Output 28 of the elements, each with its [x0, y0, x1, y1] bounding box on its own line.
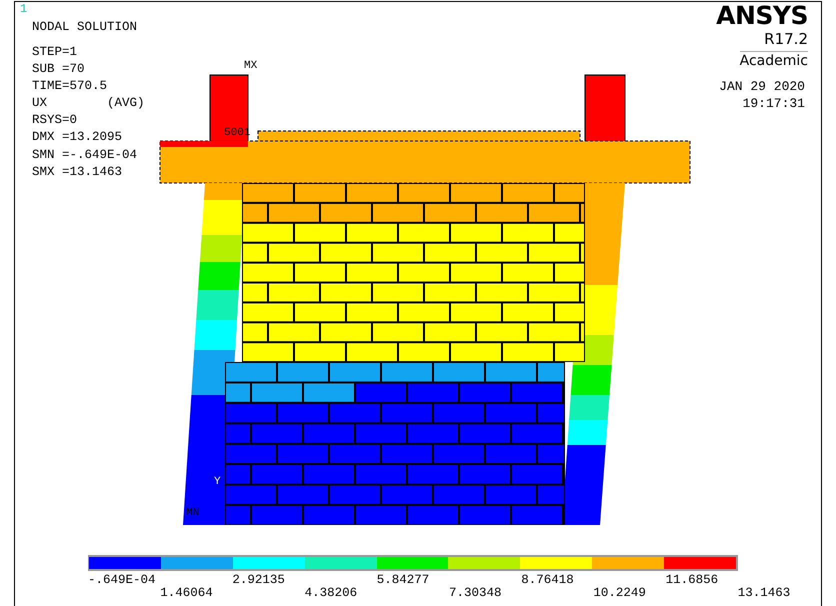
scale-value: 10.2249 — [593, 587, 646, 600]
scale-value: 4.38206 — [304, 587, 358, 600]
result-info-line: TIME=570.5 — [32, 78, 108, 96]
result-info-line: STEP=1 — [32, 44, 78, 61]
result-info-line: SUB =70 — [32, 61, 85, 78]
date-label: JAN 29 2020 — [719, 78, 805, 95]
scale-value: -.649E-04 — [88, 574, 156, 587]
brand-logo: ANSYS — [716, 2, 808, 30]
result-info-line: RSYS=0 — [32, 112, 78, 130]
result-info-line: SMN =-.649E-04 — [32, 146, 138, 164]
scale-value: 5.84277 — [376, 574, 430, 587]
version-label: R17.2 — [740, 30, 808, 52]
time-label: 19:17:31 — [742, 95, 805, 112]
scale-value: 8.76418 — [521, 574, 574, 587]
edition-label: Academic — [740, 52, 808, 71]
scale-value: 1.46064 — [160, 587, 213, 600]
scale-value: 7.30348 — [449, 587, 502, 600]
result-info-line: SMX =13.1463 — [32, 164, 122, 181]
result-info-line: UX (AVG) — [32, 95, 145, 112]
scale-value: 13.1463 — [738, 587, 790, 600]
plot-title: NODAL SOLUTION — [32, 19, 138, 35]
scale-value: 2.92135 — [232, 574, 285, 587]
scale-value: 11.6856 — [666, 574, 718, 587]
node-label: Y — [214, 476, 221, 488]
result-info-line: DMX =13.2095 — [32, 129, 122, 146]
node-label: MX — [244, 60, 258, 72]
plot-number: 1 — [20, 2, 28, 16]
node-label: MN — [186, 507, 200, 519]
